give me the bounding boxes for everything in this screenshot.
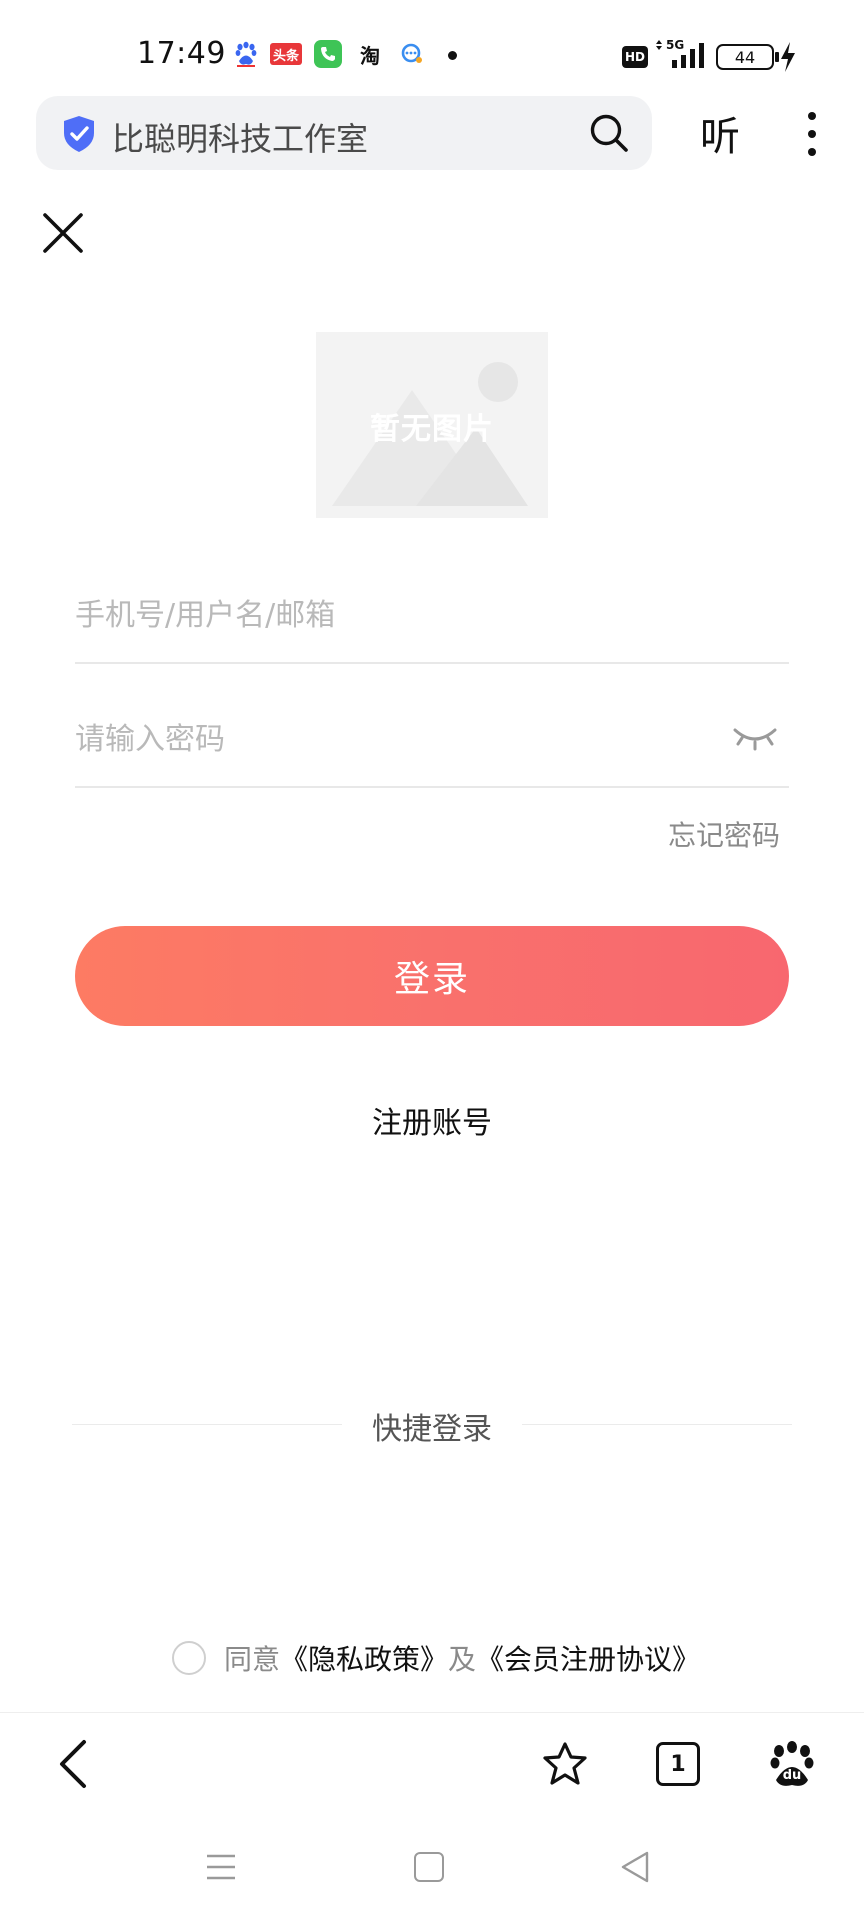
status-time: 17:49 (137, 36, 226, 71)
logo-placeholder-image: 暂无图片 (316, 332, 548, 518)
and-text: 及 (448, 1643, 477, 1676)
battery-tip (775, 52, 779, 62)
site-title[interactable]: 比聪明科技工作室 (112, 114, 368, 160)
back-triangle-icon[interactable] (620, 1850, 650, 1884)
quick-login-title: 快捷登录 (372, 1412, 492, 1447)
search-icon[interactable] (588, 112, 630, 154)
password-divider (75, 786, 789, 788)
baidu-paw-icon (232, 41, 260, 67)
taobao-icon: 淘 (360, 43, 380, 68)
password-input[interactable] (75, 714, 715, 764)
home-icon[interactable] (414, 1852, 444, 1882)
phone-icon (314, 40, 342, 68)
back-icon[interactable] (54, 1738, 94, 1790)
shield-check-icon (62, 115, 96, 153)
battery-level: 44 (734, 47, 756, 67)
agree-radio[interactable] (172, 1641, 206, 1675)
baidu-label: du (782, 1768, 802, 1783)
username-input[interactable] (75, 590, 789, 640)
status-bar: 17:49 头条 淘 HD 5G 44 (0, 0, 864, 92)
tab-count: 1 (670, 1751, 686, 1777)
tabs-icon[interactable]: 1 (656, 1742, 700, 1786)
username-divider (75, 662, 789, 664)
baidu-icon[interactable]: du (768, 1740, 816, 1788)
toutiao-icon: 头条 (270, 43, 302, 65)
dot-icon (448, 51, 457, 60)
hd-icon: HD (622, 46, 648, 68)
signal-5g-icon: 5G (656, 38, 708, 70)
forgot-password-link[interactable]: 忘记密码 (668, 814, 780, 854)
more-vertical-icon[interactable] (804, 110, 820, 158)
charging-icon (780, 42, 796, 72)
register-link[interactable]: 注册账号 (0, 1098, 864, 1142)
bottom-nav (0, 1712, 864, 1816)
login-button[interactable]: 登录 (75, 926, 789, 1026)
agree-text: 同意 (224, 1643, 281, 1676)
privacy-policy-link[interactable]: 《隐私政策》 (280, 1638, 448, 1678)
star-icon[interactable] (540, 1740, 590, 1788)
menu-icon[interactable] (206, 1852, 236, 1882)
eye-closed-icon[interactable] (732, 724, 778, 752)
listen-button[interactable]: 听 (700, 104, 740, 162)
agreement-row: 同意 《隐私政策》 及 《会员注册协议》 (172, 1638, 700, 1678)
chat-icon (398, 41, 426, 67)
close-icon[interactable] (40, 210, 86, 256)
placeholder-text: 暂无图片 (370, 412, 494, 447)
member-agreement-link[interactable]: 《会员注册协议》 (476, 1638, 700, 1678)
battery-icon: 44 (716, 44, 774, 70)
